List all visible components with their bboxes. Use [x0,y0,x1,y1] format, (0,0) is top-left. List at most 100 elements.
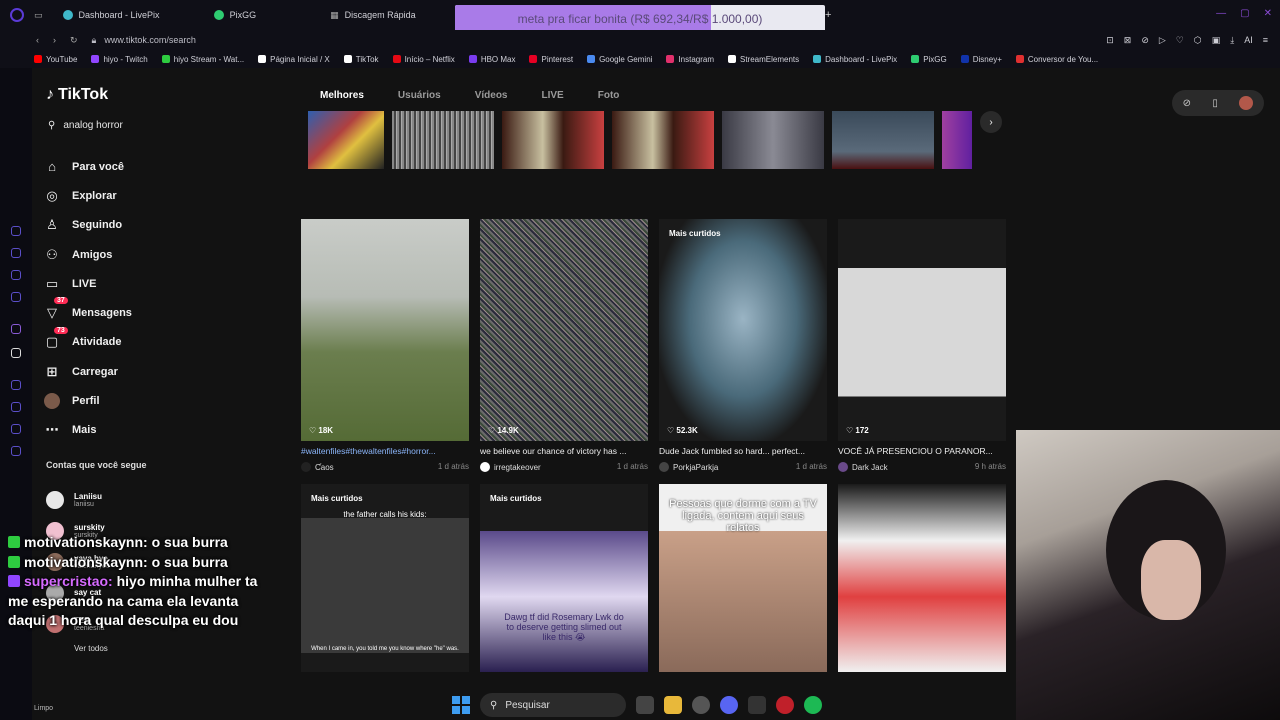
bookmark-item[interactable]: Google Gemini [587,55,652,64]
sidebar-app-icon[interactable] [11,424,21,434]
menu-icon[interactable]: ≡ [1263,35,1268,46]
profile-icon[interactable]: ▣ [1212,35,1221,46]
video-thumbnail[interactable] [838,484,1006,672]
nav-item-carregar[interactable]: ⊞ Carregar [44,357,132,386]
nav-item-amigos[interactable]: ⚇ Amigos [44,240,132,269]
bookmark-item[interactable]: hiyo - Twitch [91,55,148,64]
bookmark-item[interactable]: StreamElements [728,55,799,64]
close-icon[interactable]: ✕ [1264,8,1272,19]
video-card[interactable]: Pessoas que dorme com a TV ligada, conte… [659,484,827,672]
sidebar-app-icon[interactable] [11,226,21,236]
tiktok-logo[interactable]: ♪ TikTok [46,86,108,104]
sidebar-app-icon[interactable] [11,380,21,390]
heart-icon[interactable]: ♡ [1176,35,1184,46]
bookmark-item[interactable]: PixGG [911,55,947,64]
snapshot-icon[interactable]: ⊠ [1124,35,1132,46]
nav-item-seguindo[interactable]: ♙ Seguindo [44,211,132,240]
bookmark-item[interactable]: YouTube [34,55,77,64]
file-explorer-icon[interactable] [664,696,682,714]
nav-item-live[interactable]: ▭ LIVE [44,269,132,298]
strip-thumb[interactable] [942,111,972,169]
extensions-icon[interactable]: ⬡ [1194,35,1202,46]
taskbar-app-icon[interactable] [636,696,654,714]
video-thumbnail[interactable]: Pessoas que dorme com a TV ligada, conte… [659,484,827,672]
video-thumbnail[interactable]: ♡ 14.9K [480,219,648,441]
strip-next-arrow[interactable]: › [980,111,1002,133]
ver-todos-link[interactable]: Ver todos [74,644,108,653]
bookmark-item[interactable]: Instagram [666,55,714,64]
tab-foto[interactable]: Foto [598,90,620,101]
twitch-icon[interactable] [11,324,21,334]
author[interactable]: Ƈaos [301,462,334,472]
bookmark-item[interactable]: hiyo Stream - Wat... [161,55,244,64]
video-thumbnail[interactable]: ♡ 172 [838,219,1006,441]
search-input[interactable]: analog horror [63,120,122,131]
video-card[interactable]: ♡ 172 VOCÊ JÁ PRESENCIOU O PARANOR... Dark… [838,219,1006,472]
sidebar-app-icon[interactable] [11,292,21,302]
video-thumbnail[interactable]: Mais curtidos ♡ 52.3K [659,219,827,441]
video-card[interactable]: ♡ 18K #waltenfiles#thewaltenfiles#horror.… [301,219,469,472]
obs-icon[interactable] [692,696,710,714]
video-card[interactable]: Mais curtidos Dawg tf did Rosemary Lwk do… [480,484,648,672]
tab-vídeos[interactable]: Vídeos [475,90,508,101]
history-icon[interactable] [11,402,21,412]
nav-item-para-você[interactable]: ⌂ Para você [44,152,132,181]
video-card[interactable]: Mais curtidos ♡ 52.3K Dude Jack fumbled so… [659,219,827,472]
tab-discagem-rapida[interactable]: ▦ Discagem Rápida [318,0,428,30]
tab-melhores[interactable]: Melhores [320,90,364,101]
nav-item-explorar[interactable]: ◎ Explorar [44,181,132,210]
spotify-icon[interactable] [804,696,822,714]
video-description[interactable]: Dude Jack fumbled so hard... perfect... [659,446,827,456]
nav-item-mais[interactable]: ⋯ Mais [44,416,132,445]
back-icon[interactable]: ‹ [36,35,39,46]
ai-button[interactable]: AI [1244,35,1253,46]
taskbar-app-icon[interactable] [748,696,766,714]
search-box[interactable]: ⚲ analog horror [48,120,123,131]
strip-thumb[interactable] [502,111,604,169]
video-description[interactable]: VOCÊ JÁ PRESENCIOU O PARANOR... [838,446,1006,456]
strip-thumb[interactable] [308,111,384,169]
phone-icon[interactable]: ▯ [1212,98,1218,109]
reload-icon[interactable]: ↻ [70,35,78,46]
taskbar-search[interactable]: ⚲ Pesquisar [480,693,626,717]
opera-taskbar-icon[interactable] [776,696,794,714]
user-avatar[interactable] [1239,96,1254,110]
x-icon[interactable] [11,348,21,358]
bookmark-item[interactable]: Página Inicial / X [258,55,330,64]
author[interactable]: PorkjaParkja [659,462,718,472]
video-card[interactable]: Mais curtidos the father calls his kids: W… [301,484,469,672]
nav-item-atividade[interactable]: ▢ 73 Atividade [44,326,132,357]
video-thumbnail[interactable]: ♡ 18K [301,219,469,441]
play-icon[interactable]: ▷ [1159,35,1166,46]
maximize-icon[interactable]: ▢ [1240,8,1249,19]
bookmark-item[interactable]: Conversor de You... [1015,55,1098,64]
following-item[interactable]: Laniisu laniisu [46,484,110,515]
opera-logo-icon[interactable] [10,8,24,22]
strip-thumb[interactable] [392,111,494,169]
strip-thumb[interactable] [722,111,824,169]
bookmark-item[interactable]: HBO Max [468,55,515,64]
forward-icon[interactable]: › [53,35,56,46]
minimize-icon[interactable]: — [1216,8,1226,19]
nav-item-perfil[interactable]: Perfil [44,386,132,415]
tab-dashboard-livepix[interactable]: Dashboard - LivePix [51,0,172,30]
windows-start-icon[interactable] [452,696,470,714]
video-description[interactable]: #waltenfiles#thewaltenfiles#horror... [301,446,469,456]
video-card[interactable]: ♡ 14.9K we believe our chance of victory … [480,219,648,472]
url-field[interactable]: www.tiktok.com/search [104,35,196,45]
video-thumbnail[interactable]: Mais curtidos Dawg tf did Rosemary Lwk do… [480,484,648,672]
strip-thumb[interactable] [832,111,934,169]
settings-icon[interactable] [11,446,21,456]
discord-icon[interactable] [720,696,738,714]
bookmark-item[interactable]: Pinterest [529,55,573,64]
bookmark-item[interactable]: TikTok [343,55,379,64]
strip-thumb[interactable] [612,111,714,169]
video-thumbnail[interactable]: Mais curtidos the father calls his kids: W… [301,484,469,672]
compass-icon[interactable]: ⊘ [1183,98,1191,109]
author[interactable]: irregtakeover [480,462,541,472]
bookmark-icon[interactable]: ⊡ [1106,35,1114,46]
new-tab-icon[interactable]: + [825,9,831,21]
sidebar-app-icon[interactable] [11,270,21,280]
nav-item-mensagens[interactable]: ▽ 37 Mensagens [44,297,132,327]
tab-pixgg[interactable]: PixGG [202,0,269,30]
